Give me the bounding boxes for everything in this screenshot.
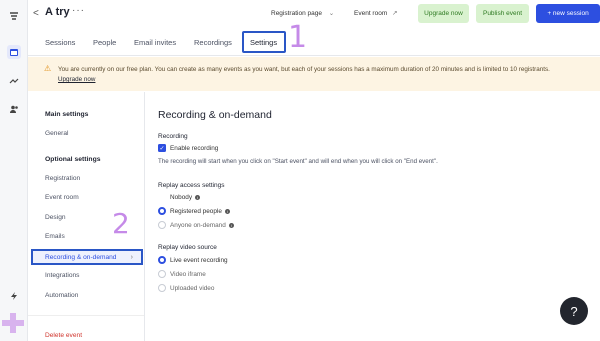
video-source-label: Replay video source	[158, 244, 217, 251]
recording-section-label: Recording	[158, 133, 188, 140]
main-settings-heading: Main settings	[45, 111, 89, 118]
page-title: Recording & on-demand	[158, 109, 272, 121]
registration-page-dropdown[interactable]: Registration page ⌄	[271, 9, 334, 17]
enable-recording-checkbox[interactable]: ✓ Enable recording	[158, 144, 218, 152]
calendar-icon[interactable]	[7, 45, 21, 59]
top-bar: < A try ··· Registration page ⌄ Event ro…	[28, 0, 600, 28]
event-room-label: Event room	[354, 10, 388, 17]
annotation-number-two: 2	[112, 207, 130, 240]
plus-shape-icon	[2, 313, 24, 333]
tab-sessions[interactable]: Sessions	[45, 38, 75, 47]
analytics-icon[interactable]	[7, 74, 21, 88]
settings-content: Recording & on-demand Recording ✓ Enable…	[158, 92, 600, 341]
replay-access-label: Replay access settings	[158, 182, 225, 189]
tab-people[interactable]: People	[93, 38, 116, 47]
new-session-button[interactable]: + new session	[536, 4, 600, 23]
tab-settings[interactable]: Settings	[250, 38, 277, 47]
tab-recordings[interactable]: Recordings	[194, 38, 232, 47]
annotation-number-one: 1	[288, 20, 308, 55]
left-rail	[0, 0, 28, 341]
sidebar-item-general[interactable]: General	[45, 130, 68, 137]
chevron-right-icon: ›	[130, 253, 133, 261]
sidebar-item-emails[interactable]: Emails	[45, 233, 65, 240]
warning-text: You are currently on our free plan. You …	[58, 66, 550, 73]
users-icon[interactable]	[7, 102, 21, 116]
settings-sidebar: Main settings General Optional settings …	[28, 92, 145, 341]
enable-recording-label: Enable recording	[170, 144, 219, 152]
sidebar-divider	[28, 315, 144, 316]
help-button[interactable]: ?	[560, 297, 588, 325]
more-options-icon[interactable]: ···	[72, 5, 85, 16]
tab-bar: Sessions People Email invites Recordings…	[28, 20, 600, 56]
event-room-link[interactable]: Event room ↗	[354, 9, 398, 17]
video-source-live-label: Live event recording	[170, 256, 228, 264]
event-title: A try	[45, 6, 70, 18]
warning-upgrade-link[interactable]: Upgrade now	[58, 76, 95, 83]
sidebar-item-recording[interactable]: Recording & on-demand ›	[31, 249, 143, 265]
optional-settings-heading: Optional settings	[45, 156, 101, 163]
video-source-iframe-label: Video iframe	[170, 270, 206, 278]
lightning-icon[interactable]	[7, 289, 21, 303]
video-source-uploaded-label: Uploaded video	[170, 284, 215, 292]
delete-event-link[interactable]: Delete event	[45, 332, 82, 339]
radio-button-selected	[158, 207, 166, 215]
publish-event-button[interactable]: Publish event	[476, 4, 529, 23]
menu-icon[interactable]	[7, 9, 21, 23]
info-icon: i	[195, 194, 201, 200]
registration-page-label: Registration page	[271, 10, 322, 17]
free-plan-warning: ⚠ You are currently on our free plan. Yo…	[28, 57, 600, 91]
video-source-iframe[interactable]: Video iframe	[158, 270, 206, 278]
replay-anyone-label: Anyone on-demand	[170, 221, 226, 229]
upgrade-now-button[interactable]: Upgrade now	[418, 4, 469, 23]
warning-icon: ⚠	[44, 64, 52, 73]
replay-option-anyone[interactable]: Anyone on-demand i	[158, 221, 234, 229]
sidebar-item-automation[interactable]: Automation	[45, 292, 78, 299]
radio-button	[158, 221, 166, 229]
video-source-live[interactable]: Live event recording	[158, 256, 228, 264]
video-source-uploaded[interactable]: Uploaded video	[158, 284, 214, 292]
replay-option-nobody[interactable]: Nobody i	[158, 193, 201, 201]
radio-button	[158, 193, 166, 201]
sidebar-item-registration[interactable]: Registration	[45, 175, 80, 182]
radio-button	[158, 284, 166, 292]
sidebar-item-recording-label: Recording & on-demand	[45, 253, 117, 261]
info-icon: i	[228, 222, 234, 228]
chevron-down-icon: ⌄	[328, 10, 335, 17]
replay-registered-label: Registered people	[170, 207, 222, 215]
recording-help-text: The recording will start when you click …	[158, 158, 438, 165]
radio-button-selected	[158, 256, 166, 264]
tab-email-invites[interactable]: Email invites	[134, 38, 176, 47]
replay-nobody-label: Nobody	[170, 193, 193, 201]
info-icon: i	[224, 208, 230, 214]
sidebar-item-design[interactable]: Design	[45, 214, 66, 221]
radio-button	[158, 270, 166, 278]
replay-option-registered[interactable]: Registered people i	[158, 207, 230, 215]
external-link-icon: ↗	[392, 10, 398, 17]
back-icon[interactable]: <	[33, 8, 39, 19]
sidebar-item-event-room[interactable]: Event room	[45, 194, 79, 201]
checkmark-icon: ✓	[158, 144, 166, 152]
sidebar-item-integrations[interactable]: Integrations	[45, 272, 79, 279]
